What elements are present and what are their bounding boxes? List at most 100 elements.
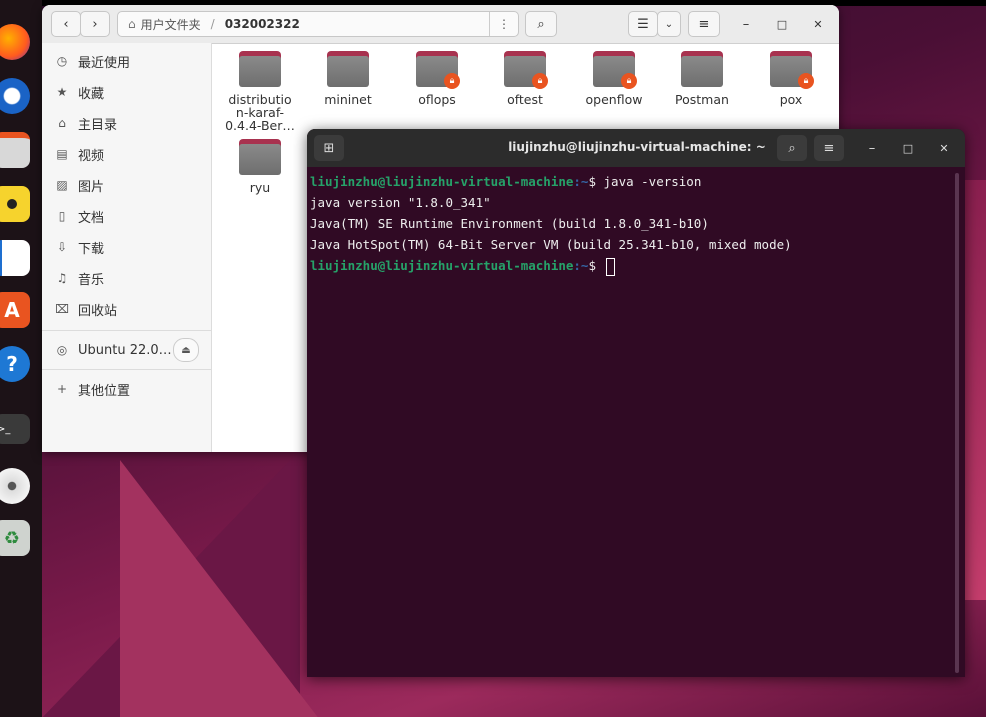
home-icon: ⌂ [58,116,66,130]
music-icon: ♫ [56,271,68,285]
terminal-title: liujinzhu@liujinzhu-virtual-machine: ~ [508,140,766,154]
main-menu-button[interactable]: ≡ [688,11,720,37]
sidebar-item-label: 下载 [78,241,105,257]
minimize-button[interactable]: – [734,11,758,37]
star-icon: ★ [56,85,68,99]
sidebar-item-starred[interactable]: ★ 收藏 [42,77,211,107]
folder-label: mininet [324,92,372,107]
folder-item[interactable]: distributio n-karaf- 0.4.4-Ber… [220,51,300,132]
terminal-output[interactable]: liujinzhu@liujinzhu-virtual-machine:~$ j… [310,171,950,671]
plus-icon: + [56,382,68,396]
sidebar-item-label: 音乐 [78,272,105,288]
search-button[interactable]: ⌕ [525,11,557,37]
places-sidebar: ◷ 最近使用 ★ 收藏 ⌂ 主目录 ▤ 视频 ▨ 图片 ▯ 文档 ⇩ 下载 ♫ 音乐 ⌧ 回收站 … [42,43,212,452]
terminal-line: Java(TM) SE Runtime Environment (build 1… [310,216,709,231]
forward-button[interactable]: › [80,11,110,37]
folder-icon [239,139,281,175]
sidebar-item-label: 最近使用 [78,55,131,71]
close-button[interactable]: ✕ [806,11,830,37]
document-icon: ▯ [58,209,66,223]
lock-icon: 🔒︎ [621,73,637,89]
folder-label: distributio n-karaf- 0.4.4-Ber… [225,92,295,133]
files-icon[interactable] [0,132,30,168]
writer-icon[interactable] [0,240,30,276]
trash-icon: ⌧ [55,302,69,316]
terminal-maximize-button[interactable]: □ [898,138,918,158]
terminal-line: java version "1.8.0_341" [310,195,491,210]
folder-item[interactable]: Postman [662,51,742,106]
sidebar-item-documents[interactable]: ▯ 文档 [42,201,211,231]
video-icon: ▤ [56,147,68,161]
view-options-button[interactable]: ⌄ [657,11,681,37]
search-icon: ⌕ [537,16,545,32]
picture-icon: ▨ [56,178,68,192]
command-text: $ [588,258,604,273]
prompt-user: liujinzhu@liujinzhu-virtual-machine [310,258,574,273]
sidebar-item-music[interactable]: ♫ 音乐 [42,263,211,293]
sidebar-item-drive[interactable]: ◎ Ubuntu 22.0… ⏏ [42,335,211,365]
hamburger-icon: ≡ [823,140,835,156]
folder-icon: 🔒︎ [504,51,548,89]
search-icon: ⌕ [788,140,796,156]
sidebar-item-home[interactable]: ⌂ 主目录 [42,108,211,138]
path-menu-icon[interactable]: ⋮ [489,12,518,36]
sidebar-item-downloads[interactable]: ⇩ 下载 [42,232,211,262]
sidebar-item-pictures[interactable]: ▨ 图片 [42,170,211,200]
command-text: $ java -version [588,174,702,189]
sidebar-item-label: 回收站 [78,303,118,319]
sidebar-divider [42,369,211,370]
rhythmbox-icon[interactable] [0,186,30,222]
sidebar-item-other-locations[interactable]: + 其他位置 [42,374,211,404]
folder-label: Postman [675,92,729,107]
folder-label: pox [779,92,803,107]
prompt-path: :~ [573,174,589,189]
disc-icon[interactable] [0,468,30,504]
sidebar-item-label: 收藏 [78,86,105,102]
folder-item[interactable]: 🔒︎ oflops [397,51,477,106]
maximize-button[interactable]: □ [770,11,794,37]
terminal-search-button[interactable]: ⌕ [777,135,807,161]
folder-icon: 🔒︎ [416,51,460,89]
folder-item[interactable]: mininet [308,51,388,106]
folder-item[interactable]: 🔒︎ oftest [485,51,565,106]
sidebar-item-recent[interactable]: ◷ 最近使用 [42,46,211,76]
firefox-icon[interactable] [0,24,30,60]
folder-item[interactable]: 🔒︎ openflow [574,51,654,106]
path-home-segment[interactable]: 用户文件夹 [141,16,201,33]
chevron-down-icon: ⌄ [664,18,674,30]
view-list-button[interactable]: ☰ [628,11,658,37]
eject-button[interactable]: ⏏ [173,338,199,362]
folder-icon [681,51,723,87]
terminal-minimize-button[interactable]: – [862,138,882,158]
list-view-icon: ☰ [637,16,649,32]
back-button[interactable]: ‹ [51,11,81,37]
sidebar-item-trash[interactable]: ⌧ 回收站 [42,294,211,324]
help-icon[interactable]: ? [0,346,30,382]
sidebar-item-videos[interactable]: ▤ 视频 [42,139,211,169]
sidebar-item-label: 其他位置 [78,383,131,399]
folder-label: ryu [249,180,271,195]
terminal-close-button[interactable]: ✕ [934,138,954,158]
sidebar-item-label: 图片 [78,179,105,195]
path-current-segment[interactable]: 032002322 [225,17,300,31]
folder-label: openflow [585,92,643,107]
software-center-icon[interactable]: A [0,292,30,328]
folder-item[interactable]: ryu [220,139,300,194]
terminal-line: Java HotSpot(TM) 64-Bit Server VM (build… [310,237,792,252]
new-tab-button[interactable]: ⊞ [314,135,344,161]
folder-label: oflops [418,92,456,107]
clock-icon: ◷ [56,54,68,68]
thunderbird-icon[interactable] [0,78,30,114]
terminal-scrollbar[interactable] [955,173,959,673]
sidebar-item-label: 视频 [78,148,105,164]
terminal-menu-button[interactable]: ≡ [814,135,844,161]
folder-icon [239,51,281,87]
prompt-path: :~ [573,258,589,273]
terminal-icon[interactable]: >_ [0,414,30,444]
trash-icon[interactable]: ♻ [0,520,30,556]
folder-icon: 🔒︎ [770,51,814,89]
folder-item[interactable]: 🔒︎ pox [751,51,831,106]
dock: A ? >_ ♻ [0,0,42,717]
download-icon: ⇩ [56,240,68,254]
path-bar[interactable]: ⌂ 用户文件夹 / 032002322 ⋮ [117,11,519,37]
